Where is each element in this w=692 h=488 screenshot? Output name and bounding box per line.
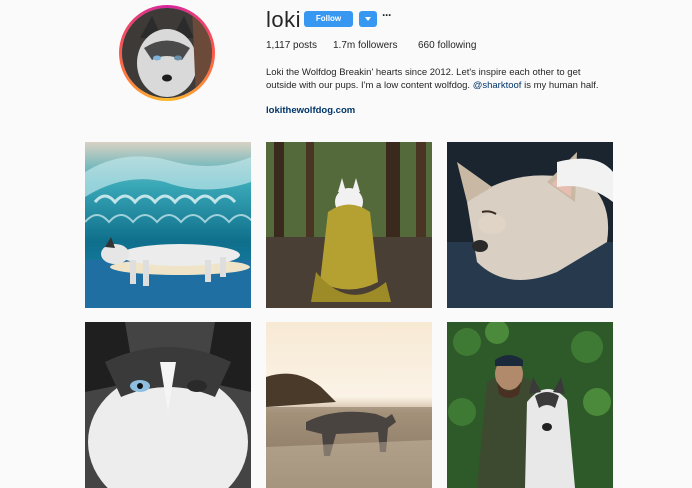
post-thumbnail[interactable] [85, 142, 251, 308]
suggestions-dropdown-button[interactable] [359, 11, 377, 27]
post-thumbnail[interactable] [447, 322, 613, 488]
bio-mention-link[interactable]: @sharktoof [473, 80, 522, 91]
posts-count: 1,117 posts [266, 40, 317, 51]
follow-button[interactable]: Follow [304, 11, 353, 27]
post-thumbnail[interactable] [85, 322, 251, 488]
following-count[interactable]: 660 following [418, 40, 476, 51]
profile-avatar-ring[interactable] [119, 5, 215, 101]
post-thumbnail[interactable] [447, 142, 613, 308]
profile-website-link[interactable]: lokithewolfdog.com [266, 105, 355, 116]
post-thumbnail[interactable] [266, 142, 432, 308]
avatar[interactable] [122, 8, 212, 98]
chevron-down-icon [365, 17, 371, 21]
profile-username: loki [266, 7, 302, 32]
post-thumbnail[interactable] [266, 322, 432, 488]
profile-bio: Loki the Wolfdog Breakin' hearts since 2… [266, 66, 606, 92]
followers-count[interactable]: 1.7m followers [333, 40, 397, 51]
more-options-button[interactable]: ··· [382, 8, 394, 22]
bio-text-end: is my human half. [521, 80, 599, 91]
